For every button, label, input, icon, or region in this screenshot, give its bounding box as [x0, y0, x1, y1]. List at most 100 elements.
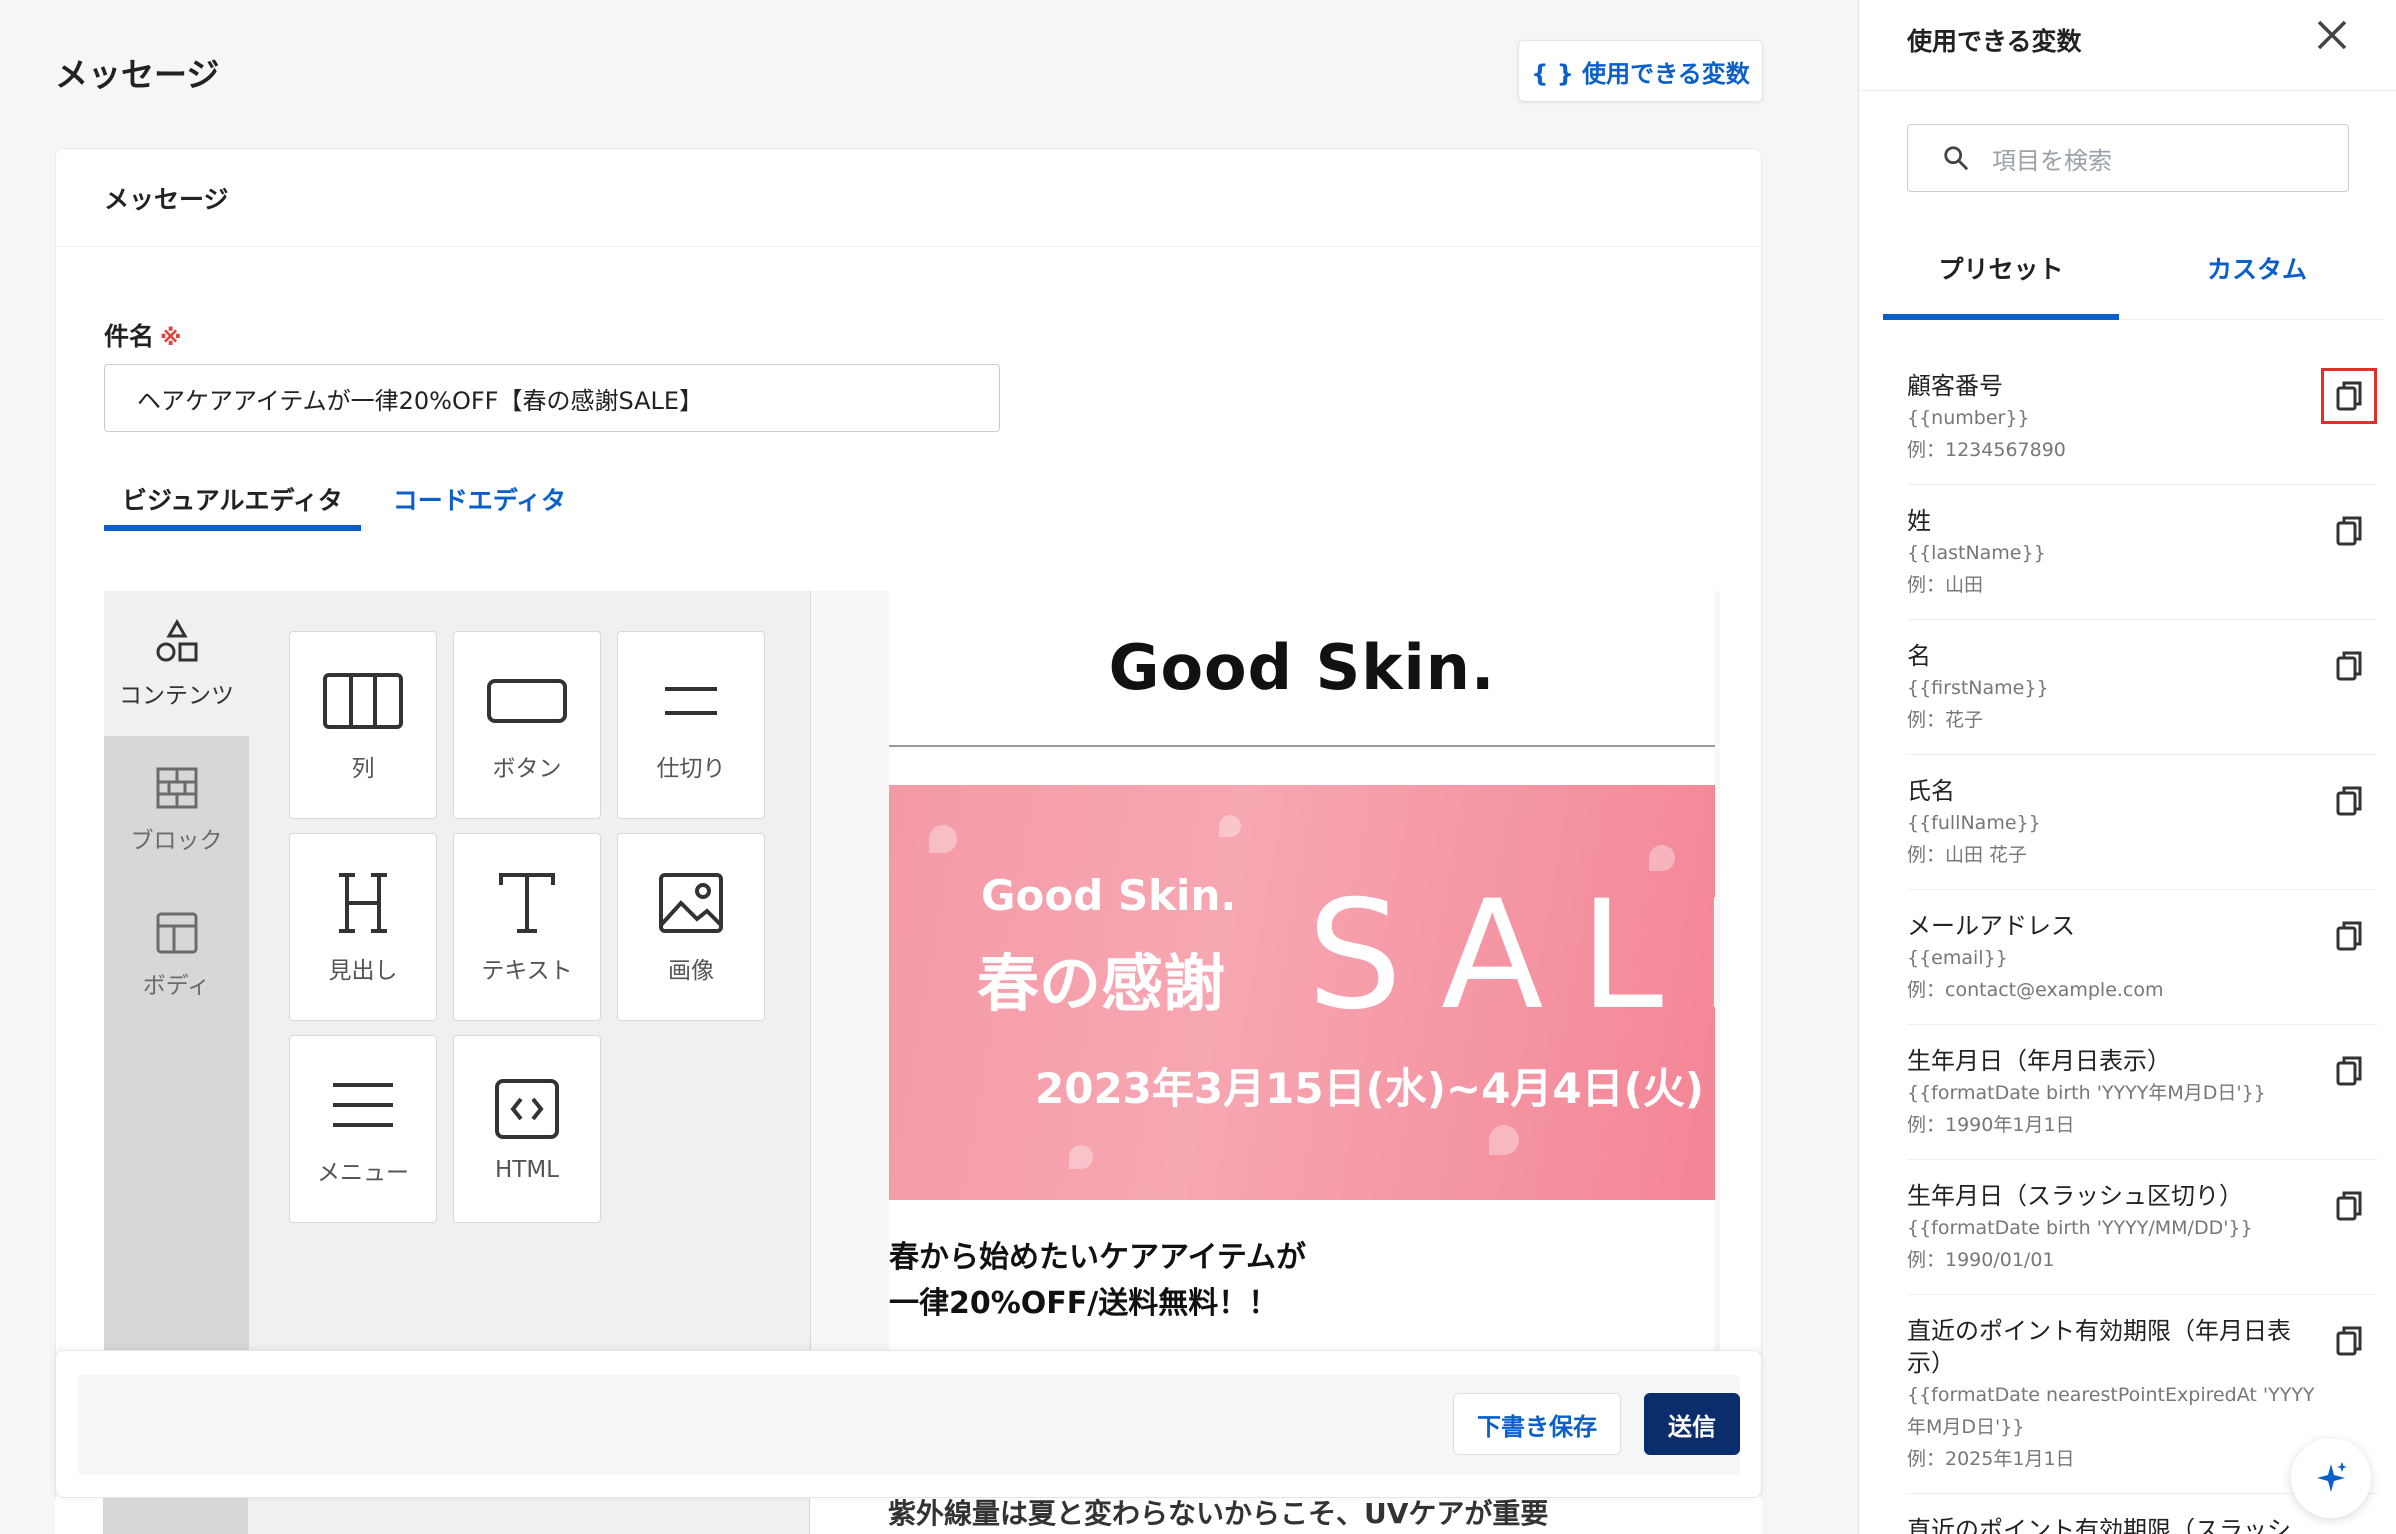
divider-icon: [665, 687, 717, 715]
action-footer: 下書き保存 送信: [55, 1350, 1762, 1498]
sidebar-item-block[interactable]: ブロック: [104, 736, 249, 881]
copy-button[interactable]: [2321, 773, 2377, 829]
variable-code: {{number}}: [1907, 407, 2030, 429]
variable-tabs: プリセット カスタム: [1883, 240, 2383, 320]
list-item: 生年月日（年月日表示） {{formatDate birth 'YYYY年M月D…: [1907, 1025, 2377, 1160]
variable-name: 名: [1907, 642, 1931, 670]
list-item: メールアドレス {{email}} 例：contact@example.com: [1907, 890, 2377, 1025]
variable-name: 直近のポイント有効期限（スラッシュ区切り）: [1907, 1516, 2291, 1534]
search-icon: [1944, 146, 1969, 171]
shapes-icon: [156, 618, 197, 661]
variable-name: 姓: [1907, 507, 1931, 535]
tile-label: テキスト: [481, 958, 573, 984]
variable-search-input[interactable]: 項目を検索: [1907, 124, 2349, 192]
variable-code: {{formatDate birth 'YYYY年M月D日'}}: [1907, 1082, 2266, 1104]
petal-decoration: [1069, 1145, 1093, 1169]
button-icon: [487, 679, 567, 723]
variable-code: {{formatDate nearestPointExpiredAt 'YYYY…: [1907, 1384, 2315, 1438]
layout-icon: [156, 912, 197, 953]
tile-label: 画像: [668, 958, 714, 984]
tab-preset[interactable]: プリセット: [1883, 250, 2119, 320]
copy-button[interactable]: [2321, 1043, 2377, 1099]
tab-code-editor[interactable]: コードエディタ: [375, 467, 584, 531]
send-button[interactable]: 送信: [1644, 1393, 1740, 1455]
tile-image[interactable]: 画像: [617, 833, 765, 1021]
copy-button[interactable]: [2321, 908, 2377, 964]
sparkle-icon: [2317, 1462, 2347, 1492]
variable-code: {{fullName}}: [1907, 812, 2041, 834]
sidebar-label: コンテンツ: [119, 682, 234, 709]
tile-label: HTML: [494, 1157, 559, 1183]
tile-label: 列: [351, 756, 375, 782]
save-draft-button[interactable]: 下書き保存: [1453, 1393, 1621, 1455]
list-item: 生年月日（スラッシュ区切り） {{formatDate birth 'YYYY/…: [1907, 1160, 2377, 1295]
preview-heading: 春から始めたいケアアイテムが 一律20%OFF/送料無料！！: [889, 1240, 1306, 1321]
search-placeholder: 項目を検索: [1992, 146, 2112, 175]
heading-icon: [339, 873, 387, 933]
variable-name: 生年月日（スラッシュ区切り）: [1907, 1182, 2243, 1210]
sidebar-label: ブロック: [130, 827, 223, 854]
copy-button[interactable]: [2321, 1313, 2377, 1369]
copy-button[interactable]: [2321, 368, 2377, 424]
ai-assistant-button[interactable]: [2291, 1438, 2371, 1518]
sidebar-item-content[interactable]: コンテンツ: [104, 591, 249, 736]
tile-label: 仕切り: [656, 756, 726, 782]
banner-brand: Good Skin.: [981, 871, 1237, 920]
copy-button[interactable]: [2321, 638, 2377, 694]
tab-visual-editor[interactable]: ビジュアルエディタ: [104, 467, 361, 531]
message-card: メッセージ 件名 ※ ヘアケアアイテムが一律20%OFF【春の感謝SALE】 ビジ…: [55, 148, 1762, 1534]
panel-title: 使用できる変数: [1907, 27, 2082, 56]
tile-html[interactable]: HTML: [453, 1035, 601, 1223]
variable-example: 例：contact@example.com: [1907, 979, 2164, 1001]
sale-banner: Good Skin. 春の感謝 SALE 2023年3月15日(水)~4月4日(…: [889, 785, 1715, 1200]
variable-example: 例：1234567890: [1907, 439, 2066, 461]
tile-button[interactable]: ボタン: [453, 631, 601, 819]
main-area: メッセージ { } 使用できる変数 メッセージ 件名 ※ ヘアケアアイテムが一律2…: [0, 0, 1858, 1534]
available-variables-button[interactable]: { } 使用できる変数: [1518, 40, 1763, 102]
list-item: 名 {{firstName}} 例：花子: [1907, 620, 2377, 755]
banner-sale: SALE: [1307, 869, 1715, 1043]
sidebar-item-body[interactable]: ボディ: [104, 881, 249, 1026]
variable-name: メールアドレス: [1907, 912, 2075, 940]
text-icon: [499, 873, 555, 933]
tab-custom[interactable]: カスタム: [2139, 250, 2375, 320]
variable-name: 顧客番号: [1907, 372, 2003, 400]
petal-decoration: [1219, 815, 1241, 837]
copy-icon: [2336, 651, 2362, 681]
brick-icon: [156, 767, 197, 808]
brand-logo: Good Skin.: [1108, 631, 1496, 704]
close-button[interactable]: [2307, 10, 2357, 60]
variable-example: 例：山田 花子: [1907, 844, 2028, 866]
tile-menu[interactable]: メニュー: [289, 1035, 437, 1223]
variable-name: 生年月日（年月日表示）: [1907, 1047, 2171, 1075]
copy-icon: [2336, 381, 2362, 411]
content-panel-overflow: [248, 1498, 810, 1534]
logo-divider: [889, 745, 1715, 747]
list-item: 姓 {{lastName}} 例：山田: [1907, 485, 2377, 620]
tile-divider[interactable]: 仕切り: [617, 631, 765, 819]
copy-icon: [2336, 786, 2362, 816]
html-icon: [495, 1079, 559, 1139]
copy-icon: [2336, 1056, 2362, 1086]
tile-columns[interactable]: 列: [289, 631, 437, 819]
close-icon: [2317, 20, 2347, 50]
variable-example: 例：山田: [1907, 574, 1984, 596]
editor-tabs: ビジュアルエディタ コードエディタ: [104, 467, 598, 531]
banner-date: 2023年3月15日(水)~4月4日(火): [1035, 1064, 1704, 1113]
editor-sidebar-overflow: [103, 1498, 248, 1534]
copy-icon: [2336, 516, 2362, 546]
list-item: 氏名 {{fullName}} 例：山田 花子: [1907, 755, 2377, 890]
subject-input[interactable]: ヘアケアアイテムが一律20%OFF【春の感謝SALE】: [104, 364, 1000, 432]
variable-list: 顧客番号 {{number}} 例：1234567890 姓 {{lastNam…: [1907, 350, 2377, 1534]
copy-button[interactable]: [2321, 503, 2377, 559]
subject-label: 件名 ※: [104, 322, 182, 351]
tile-heading[interactable]: 見出し: [289, 833, 437, 1021]
menu-icon: [333, 1083, 393, 1127]
variable-code: {{email}}: [1907, 947, 2008, 969]
tile-label: 見出し: [328, 958, 398, 984]
variable-example: 例：花子: [1907, 709, 1984, 731]
copy-button[interactable]: [2321, 1178, 2377, 1234]
tile-label: ボタン: [492, 756, 562, 782]
tile-text[interactable]: テキスト: [453, 833, 601, 1021]
tile-label: メニュー: [317, 1160, 409, 1186]
